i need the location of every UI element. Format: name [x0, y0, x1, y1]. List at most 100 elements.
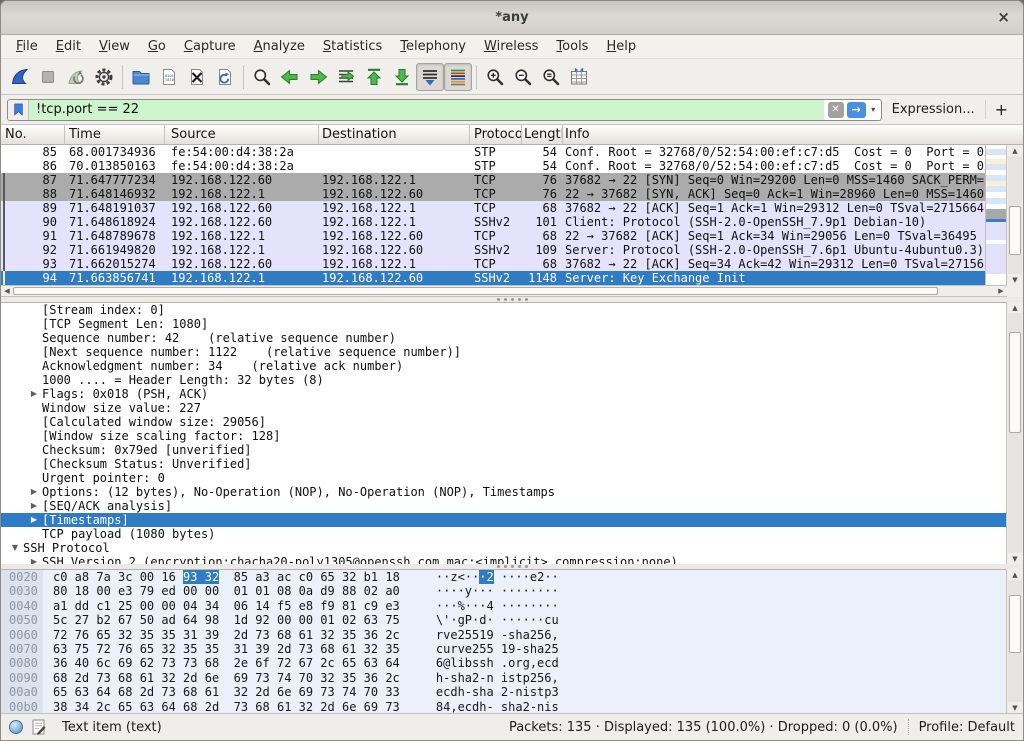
column-header-length[interactable]: Length — [522, 125, 563, 144]
menu-edit[interactable]: Edit — [47, 39, 90, 54]
zoom-out-button[interactable] — [509, 63, 537, 91]
auto-scroll-button[interactable] — [416, 63, 444, 91]
expression-button[interactable]: Expression... — [882, 102, 985, 117]
packet-row[interactable]: 8771.647777234192.168.122.60192.168.122.… — [1, 173, 985, 187]
go-to-packet-button[interactable] — [332, 63, 360, 91]
scroll-down-icon[interactable]: ▼ — [1007, 274, 1023, 285]
column-header-protocol[interactable]: Protocol — [470, 125, 522, 144]
hex-row[interactable]: 0040a1 dd c1 25 00 00 04 34 06 14 f5 e8 … — [1, 599, 1006, 613]
menu-wireless[interactable]: Wireless — [475, 39, 547, 54]
menu-analyze[interactable]: Analyze — [245, 39, 314, 54]
title-bar[interactable]: *any × — [1, 1, 1023, 35]
scrollbar-thumb[interactable] — [1009, 332, 1021, 433]
scroll-up-icon[interactable]: ▲ — [1007, 569, 1023, 580]
menu-telephony[interactable]: Telephony — [391, 39, 475, 54]
details-scrollbar[interactable]: ▲ ▼ — [1006, 302, 1023, 564]
resize-columns-button[interactable] — [565, 63, 593, 91]
column-header-no[interactable]: No. — [1, 125, 65, 144]
hex-row[interactable]: 007063 75 72 76 65 32 35 35 31 39 2d 73 … — [1, 642, 1006, 656]
scroll-down-icon[interactable]: ▼ — [1007, 702, 1023, 713]
expander-icon[interactable]: ▶ — [26, 485, 42, 499]
menu-view[interactable]: View — [90, 39, 139, 54]
detail-line[interactable]: [Next sequence number: 1122 (relative se… — [1, 345, 1006, 359]
packet-row[interactable]: 8871.648146932192.168.122.1192.168.122.6… — [1, 187, 985, 201]
go-forward-button[interactable] — [304, 63, 332, 91]
open-file-button[interactable] — [127, 63, 155, 91]
hex-row[interactable]: 008036 40 6c 69 62 73 73 68 2e 6f 72 67 … — [1, 656, 1006, 670]
detail-line[interactable]: Window size value: 227 — [1, 401, 1006, 415]
filter-input[interactable]: !tcp.port == 22 — [29, 100, 824, 120]
detail-line[interactable]: [Calculated window size: 29056] — [1, 415, 1006, 429]
scroll-right-icon[interactable]: ▶ — [995, 286, 1007, 296]
hex-row[interactable]: 003080 18 00 e3 79 ed 00 00 01 01 08 0a … — [1, 584, 1006, 598]
filter-field[interactable]: !tcp.port == 22 ✕ → ▾ — [7, 99, 882, 121]
packet-list-scrollbar[interactable]: ▲ ▼ — [1006, 145, 1023, 285]
status-profile[interactable]: Profile: Default — [919, 720, 1015, 735]
packet-row[interactable]: 8568.001734936fe:54:00:d4:38:2aSTP54Conf… — [1, 145, 985, 159]
reload-file-button[interactable] — [211, 63, 239, 91]
scroll-left-icon[interactable]: ◀ — [1, 286, 13, 296]
detail-line[interactable]: 1000 .... = Header Length: 32 bytes (8) — [1, 373, 1006, 387]
expander-icon[interactable]: ▼ — [7, 541, 23, 555]
filter-history-dropdown-icon[interactable]: ▾ — [866, 105, 881, 114]
packet-row[interactable]: 9371.662015274192.168.122.60192.168.122.… — [1, 257, 985, 271]
go-back-button[interactable] — [276, 63, 304, 91]
column-header-info[interactable]: Info — [563, 125, 1023, 144]
scroll-up-icon[interactable]: ▲ — [1007, 302, 1023, 313]
find-packet-button[interactable] — [248, 63, 276, 91]
close-icon[interactable]: × — [997, 9, 1010, 25]
packet-row[interactable]: 9271.661949820192.168.122.1192.168.122.6… — [1, 243, 985, 257]
hex-row[interactable]: 006072 76 65 32 35 35 31 39 2d 73 68 61 … — [1, 628, 1006, 642]
detail-line[interactable]: [TCP Segment Len: 1080] — [1, 317, 1006, 331]
clear-filter-icon[interactable]: ✕ — [828, 102, 844, 118]
menu-tools[interactable]: Tools — [547, 39, 597, 54]
detail-line[interactable]: Acknowledgment number: 34 (relative ack … — [1, 359, 1006, 373]
bytes-scrollbar[interactable]: ▲ ▼ — [1006, 569, 1023, 713]
expander-icon[interactable]: ▶ — [26, 513, 42, 527]
detail-line[interactable]: ▶[SEQ/ACK analysis] — [1, 499, 1006, 513]
detail-line[interactable]: Checksum: 0x79ed [unverified] — [1, 443, 1006, 457]
colorize-button[interactable] — [444, 63, 472, 91]
scrollbar-thumb[interactable] — [13, 287, 938, 295]
detail-line[interactable]: TCP payload (1080 bytes) — [1, 527, 1006, 541]
hex-row[interactable]: 0020c0 a8 7a 3c 00 16 93 32 85 a3 ac c0 … — [1, 570, 1006, 584]
packet-row[interactable]: 9171.648789678192.168.122.1192.168.122.6… — [1, 229, 985, 243]
add-filter-button[interactable]: + — [985, 100, 1017, 119]
menu-statistics[interactable]: Statistics — [314, 39, 391, 54]
detail-line[interactable]: [Checksum Status: Unverified] — [1, 457, 1006, 471]
bookmark-icon[interactable] — [8, 100, 29, 120]
close-file-button[interactable] — [183, 63, 211, 91]
go-first-button[interactable] — [360, 63, 388, 91]
detail-line[interactable]: [Stream index: 0] — [1, 303, 1006, 317]
packet-list-minimap[interactable] — [985, 145, 1006, 285]
expander-icon[interactable]: ▶ — [26, 499, 42, 513]
packet-row[interactable]: 9071.648618924192.168.122.60192.168.122.… — [1, 215, 985, 229]
scroll-up-icon[interactable]: ▲ — [1007, 145, 1023, 156]
packet-row[interactable]: 9471.663856741192.168.122.1192.168.122.6… — [1, 271, 985, 285]
hex-row[interactable]: 00b038 34 2c 65 63 64 68 2d 73 68 61 32 … — [1, 700, 1006, 713]
detail-line[interactable]: Urgent pointer: 0 — [1, 471, 1006, 485]
packet-list-hscrollbar[interactable]: ◀ ▶ — [1, 285, 1007, 297]
packet-row[interactable]: 8670.013850163fe:54:00:d4:38:2aSTP54Conf… — [1, 159, 985, 173]
detail-line[interactable]: ▶[Timestamps] — [1, 513, 1006, 527]
hex-row[interactable]: 00a065 63 64 68 2d 73 68 61 32 2d 6e 69 … — [1, 685, 1006, 699]
save-file-button[interactable]: 01011010 — [155, 63, 183, 91]
expert-info-icon[interactable] — [9, 720, 23, 734]
packet-row[interactable]: 8971.648191037192.168.122.60192.168.122.… — [1, 201, 985, 215]
column-header-destination[interactable]: Destination — [319, 125, 470, 144]
detail-line[interactable]: ▶SSH Version 2 (encryption:chacha20-poly… — [1, 555, 1006, 564]
expander-icon[interactable]: ▶ — [26, 387, 42, 401]
detail-line[interactable]: ▶Options: (12 bytes), No-Operation (NOP)… — [1, 485, 1006, 499]
detail-line[interactable]: [Window size scaling factor: 128] — [1, 429, 1006, 443]
expander-icon[interactable]: ▶ — [26, 555, 42, 564]
menu-file[interactable]: File — [7, 39, 47, 54]
zoom-reset-button[interactable] — [537, 63, 565, 91]
column-header-source[interactable]: Source — [165, 125, 319, 144]
menu-help[interactable]: Help — [597, 39, 645, 54]
capture-comment-icon[interactable] — [32, 719, 46, 735]
apply-filter-icon[interactable]: → — [847, 102, 866, 118]
detail-line[interactable]: ▼SSH Protocol — [1, 541, 1006, 555]
scrollbar-thumb[interactable] — [1009, 595, 1021, 654]
go-last-button[interactable] — [388, 63, 416, 91]
hex-row[interactable]: 009068 2d 73 68 61 32 2d 6e 69 73 74 70 … — [1, 671, 1006, 685]
